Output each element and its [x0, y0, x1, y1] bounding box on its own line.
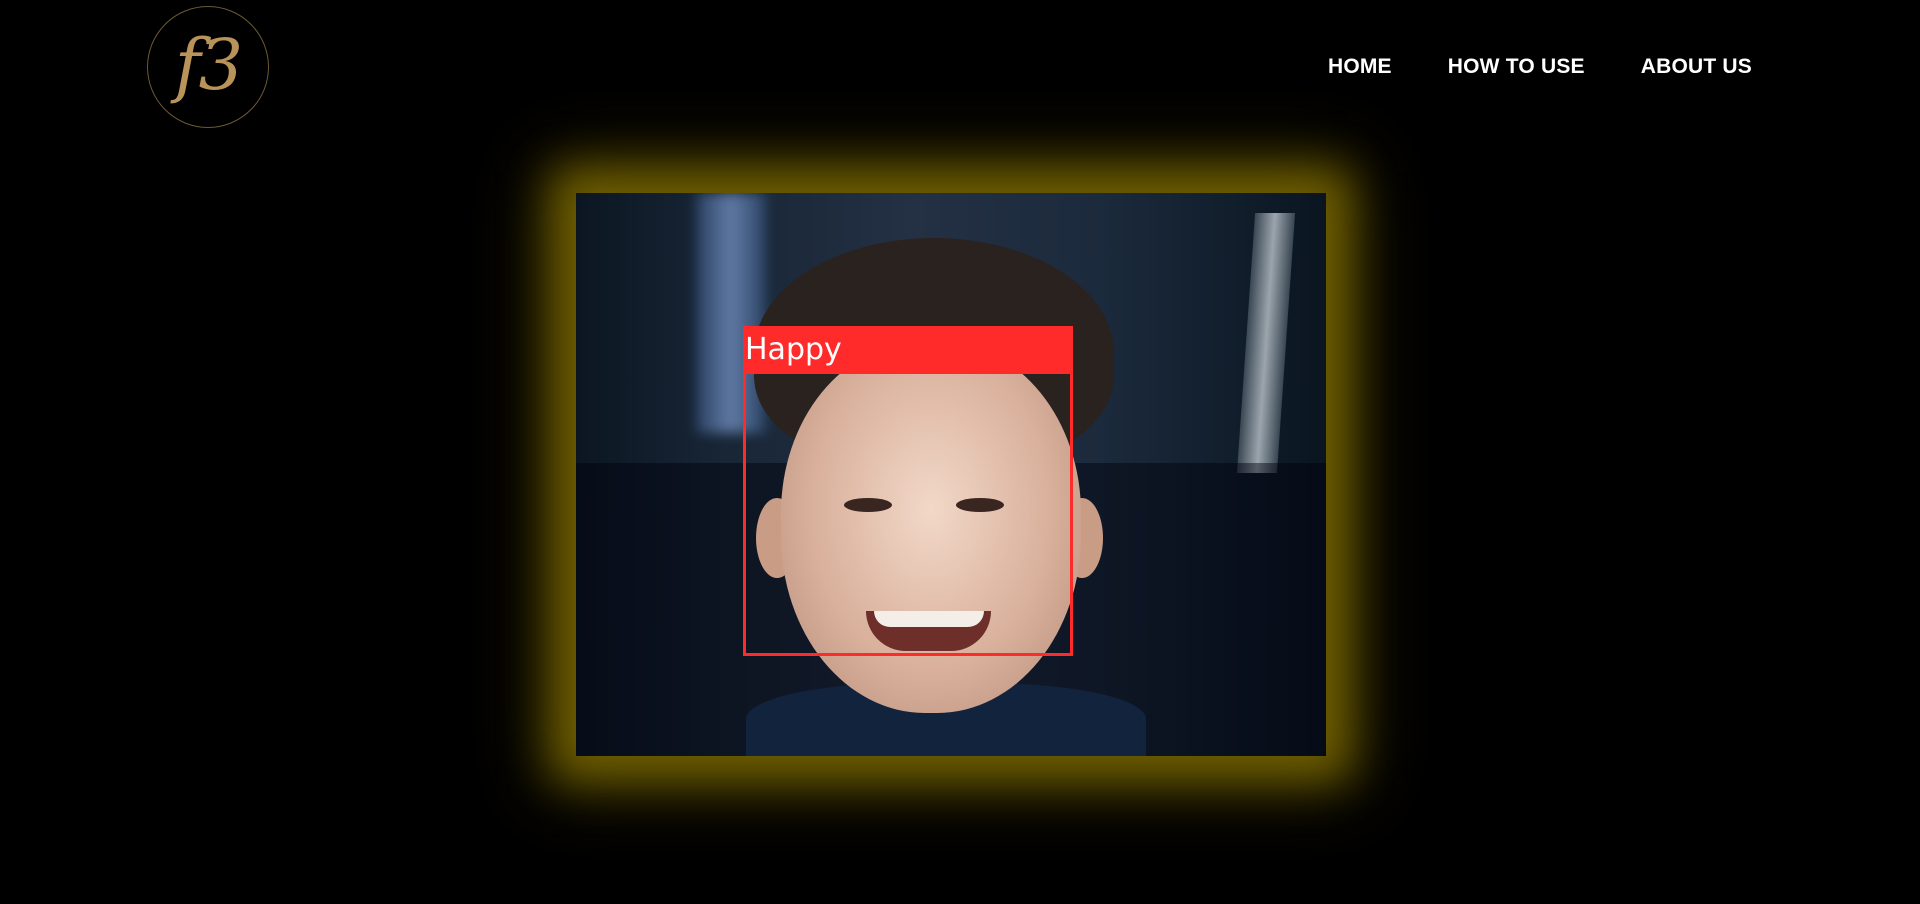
main-nav: HOME HOW TO USE ABOUT US [1328, 55, 1752, 79]
nav-about-us-link[interactable]: ABOUT US [1641, 55, 1752, 79]
background-window [1236, 213, 1296, 473]
webcam-video-feed: Happy [576, 193, 1326, 756]
nav-how-to-use-link[interactable]: HOW TO USE [1448, 55, 1585, 79]
nav-home-link[interactable]: HOME [1328, 55, 1392, 79]
site-header: f3 HOME HOW TO USE ABOUT US [0, 0, 1920, 135]
face-detection-box [743, 326, 1073, 656]
emotion-label: Happy [743, 326, 1073, 374]
site-logo[interactable]: f3 [147, 6, 269, 128]
logo-text: f3 [174, 24, 243, 106]
